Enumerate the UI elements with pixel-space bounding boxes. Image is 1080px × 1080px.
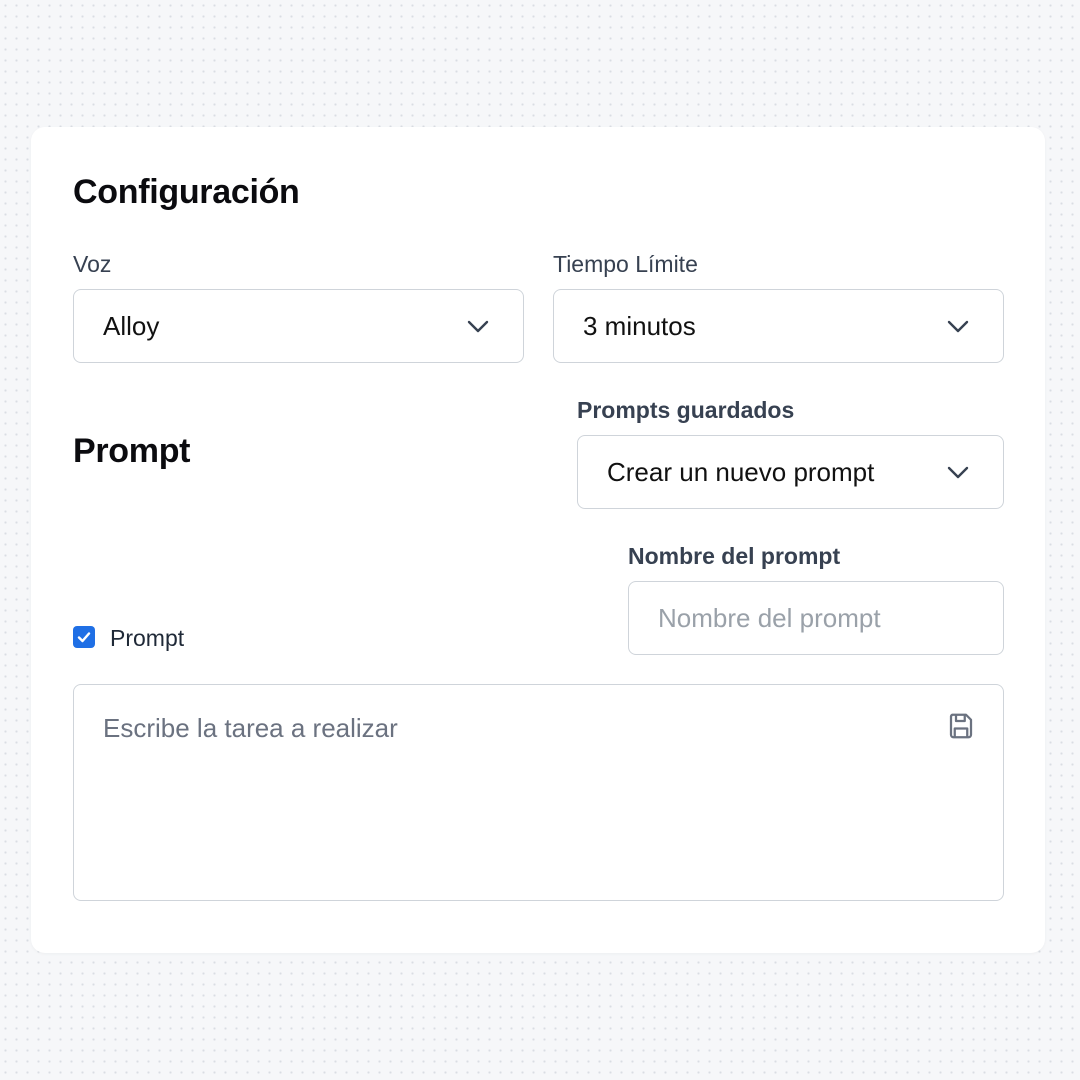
voice-select[interactable]: Alloy — [73, 289, 524, 363]
save-icon — [949, 713, 973, 739]
save-prompt-button[interactable] — [946, 711, 976, 741]
settings-card: Configuración Voz Alloy Tiempo Límite 3 … — [31, 127, 1045, 953]
saved-prompts-select-value: Crear un nuevo prompt — [607, 456, 875, 487]
checkmark-icon — [77, 632, 91, 643]
chevron-down-icon — [947, 466, 969, 479]
prompt-checkbox[interactable] — [73, 626, 95, 648]
prompt-name-input[interactable] — [628, 581, 1004, 655]
saved-prompts-label: Prompts guardados — [577, 397, 795, 423]
prompt-title: Prompt — [73, 432, 191, 470]
chevron-down-icon — [947, 320, 969, 333]
chevron-down-icon — [467, 320, 489, 333]
time-limit-select-value: 3 minutos — [583, 310, 696, 341]
saved-prompts-select[interactable]: Crear un nuevo prompt — [577, 435, 1004, 509]
task-textarea[interactable] — [73, 684, 1004, 901]
config-title: Configuración — [73, 173, 300, 211]
voice-select-value: Alloy — [103, 310, 160, 341]
voice-label: Voz — [73, 251, 112, 277]
time-limit-select[interactable]: 3 minutos — [553, 289, 1004, 363]
time-limit-label: Tiempo Límite — [553, 251, 698, 277]
prompt-name-label: Nombre del prompt — [628, 543, 841, 569]
prompt-checkbox-label: Prompt — [110, 625, 185, 651]
